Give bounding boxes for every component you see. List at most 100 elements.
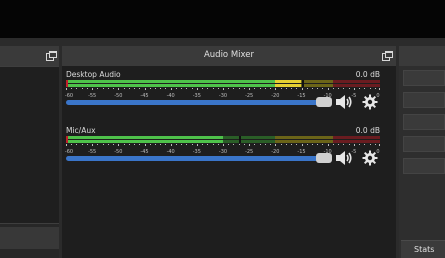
meter-tick — [181, 144, 183, 145]
gear-icon[interactable] — [362, 94, 378, 110]
left-dock-footer — [0, 227, 59, 249]
meter-tick — [332, 144, 334, 145]
control-button[interactable] — [403, 136, 445, 152]
control-button[interactable] — [403, 70, 445, 86]
meter-tick — [92, 88, 94, 90]
meter-tick — [207, 88, 209, 89]
dock-area: Audio Mixer Desktop Audio 0.0 dB -60 -55 -… — [0, 38, 445, 258]
meter-tick — [154, 88, 156, 89]
meter-tick — [249, 88, 251, 90]
volume-slider[interactable] — [66, 100, 328, 105]
meter-bg-red — [332, 140, 380, 143]
meter-tick — [118, 88, 120, 90]
meter-tick — [327, 88, 329, 90]
meter-bg-red — [332, 136, 380, 139]
meter-tick — [212, 144, 214, 145]
meter-tick — [238, 144, 240, 145]
meter-tick — [353, 88, 355, 90]
meter-tick — [175, 144, 177, 145]
meter-clip-indicator — [66, 80, 68, 87]
meter-level-green — [66, 136, 223, 139]
speaker-icon[interactable] — [335, 150, 353, 166]
meter-tick — [280, 88, 282, 89]
volume-slider[interactable] — [66, 156, 328, 161]
meter-tick — [374, 88, 376, 89]
meter-tick — [71, 144, 73, 145]
meter-tick — [270, 144, 272, 145]
speaker-icon[interactable] — [335, 94, 353, 110]
meter-tick — [165, 88, 167, 89]
meter-tick — [228, 88, 230, 89]
meter-tick — [296, 144, 298, 145]
meter-tick — [134, 144, 136, 145]
meter-tick — [134, 88, 136, 89]
meter-tick — [66, 144, 67, 146]
meter-tick — [327, 144, 329, 146]
meter-tick-label: -15 — [297, 93, 306, 99]
meter-tick — [280, 144, 282, 145]
meter-tick — [217, 144, 219, 145]
meter-tick — [311, 144, 313, 145]
stats-button[interactable]: Stats — [401, 240, 445, 258]
meter-tick — [76, 144, 78, 145]
meter-ticks — [66, 88, 380, 91]
meter-tick — [186, 144, 188, 145]
meter-tick — [259, 88, 261, 89]
meter-tick — [102, 88, 104, 89]
meter-ticks — [66, 144, 380, 147]
control-button[interactable] — [403, 158, 445, 174]
meter-tick — [76, 88, 78, 89]
meter-tick — [348, 144, 350, 145]
meter-tick — [223, 88, 224, 90]
meter-tick — [369, 144, 371, 145]
meter-tick — [301, 144, 303, 146]
meter-tick — [170, 144, 172, 146]
channel-db: 0.0 dB — [355, 126, 380, 135]
meter-tick-label: -60 — [64, 149, 74, 155]
float-icon[interactable] — [382, 51, 393, 61]
meter-tick-label: -15 — [297, 149, 306, 155]
meter-tick — [186, 88, 188, 89]
meter-tick-label: -45 — [140, 149, 149, 155]
channel-name: Desktop Audio — [66, 70, 121, 79]
meter-tick — [81, 88, 83, 89]
meter-tick — [113, 144, 115, 145]
control-button[interactable] — [403, 92, 445, 108]
mixer-channel-mic-aux: Mic/Aux 0.0 dB -60 -55 -50 -45 -40 -35 -30 -25 -… — [64, 126, 384, 182]
meter-tick — [181, 88, 183, 89]
meter-tick — [322, 88, 324, 89]
meter-tick — [379, 88, 380, 90]
meter-tick — [359, 144, 361, 145]
meter-tick — [343, 88, 345, 89]
meter-tick — [66, 88, 67, 90]
meter-level-yellow — [275, 80, 302, 83]
left-dock-content — [0, 66, 59, 224]
meter-tick — [128, 88, 130, 89]
meter-tick — [149, 144, 151, 145]
meter-tick — [332, 88, 334, 89]
volume-slider-handle[interactable] — [316, 97, 332, 107]
meter-tick — [243, 88, 245, 89]
volume-slider-handle[interactable] — [316, 153, 332, 163]
meter-tick — [291, 88, 293, 89]
gear-icon[interactable] — [362, 150, 378, 166]
meter-tick — [233, 88, 235, 89]
audio-mixer-title: Audio Mixer — [203, 50, 255, 60]
meter-tick-label: -35 — [192, 93, 201, 99]
meter-tick — [128, 144, 130, 145]
channel-name: Mic/Aux — [66, 126, 96, 135]
meter-tick — [97, 88, 99, 89]
meter-tick — [343, 144, 345, 145]
control-button[interactable] — [403, 114, 445, 130]
audio-mixer-titlebar: Audio Mixer — [62, 46, 396, 66]
float-icon[interactable] — [46, 51, 57, 61]
meter-tick — [202, 144, 204, 145]
meter-tick — [139, 88, 141, 89]
meter-tick — [191, 144, 193, 145]
meter-tick — [348, 88, 350, 89]
meter-tick — [191, 88, 193, 89]
meter-tick — [86, 88, 88, 89]
meter-level-green — [66, 140, 223, 143]
meter-tick — [379, 144, 380, 146]
meter-tick — [317, 88, 319, 89]
